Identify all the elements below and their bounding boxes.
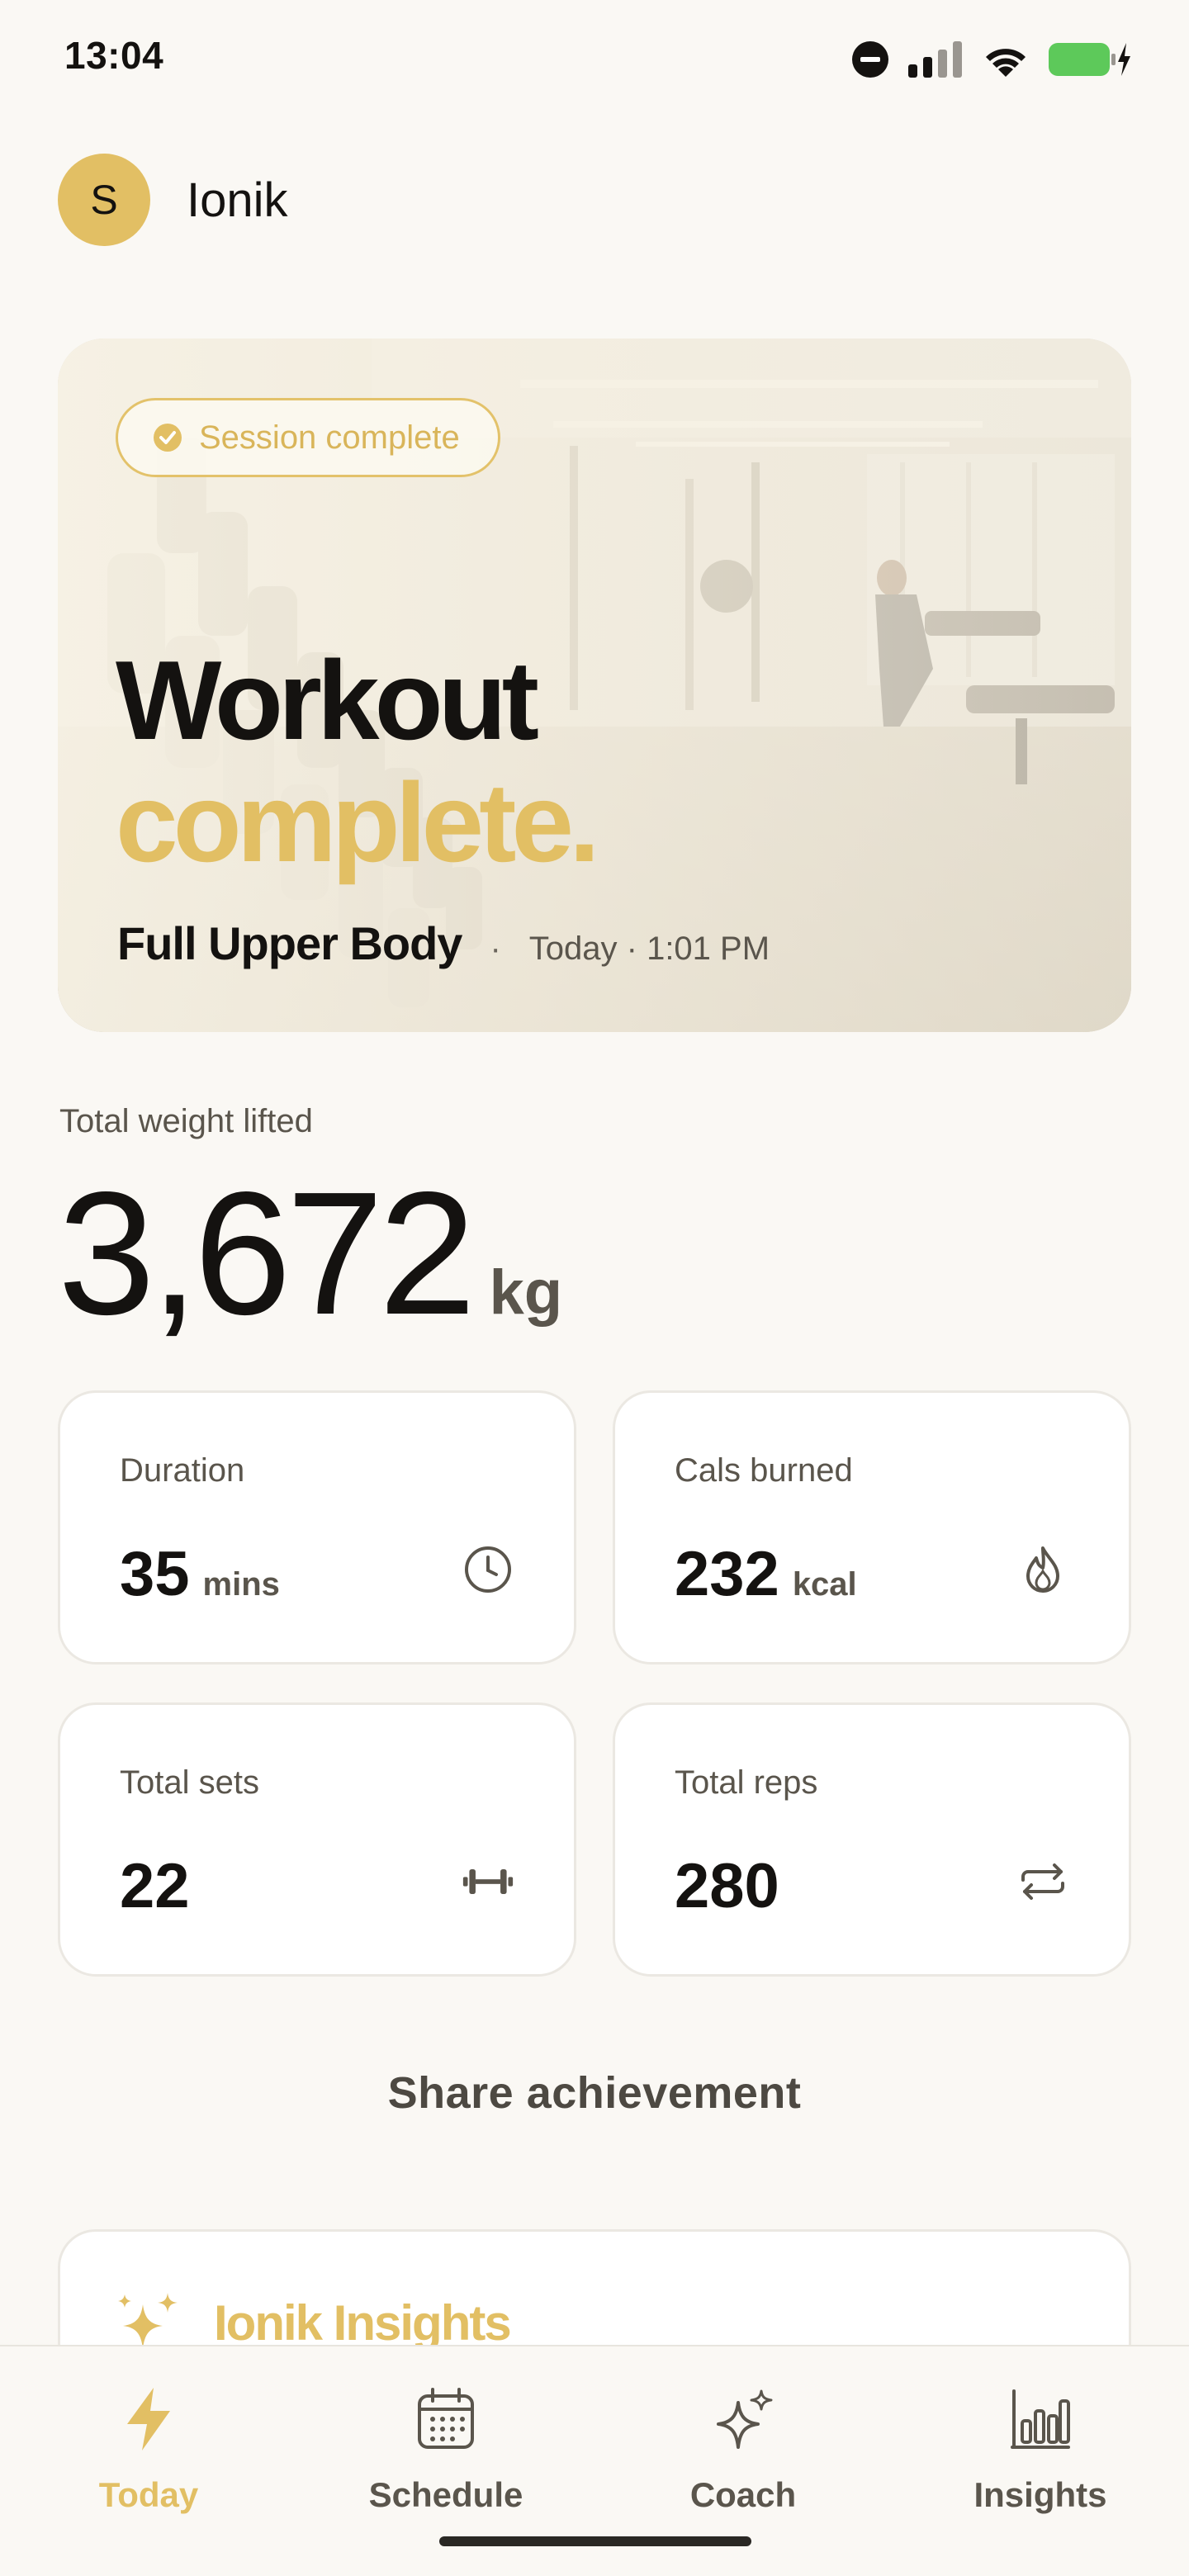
- total-weight-unit: kg: [489, 1257, 563, 1328]
- nav-insights[interactable]: Insights: [925, 2379, 1156, 2545]
- bolt-icon: [127, 2388, 170, 2451]
- do-not-disturb-icon: [852, 41, 888, 78]
- status-time: 13:04: [64, 34, 164, 77]
- stat-label: Total reps: [675, 1764, 818, 1801]
- clock-icon: [462, 1543, 514, 1596]
- stat-number: 35: [120, 1539, 190, 1609]
- app-header: S Ionik: [58, 154, 288, 246]
- repeat-icon: [1016, 1855, 1069, 1908]
- session-badge-label: Session complete: [199, 419, 460, 456]
- hero-title-line1: Workout: [116, 637, 539, 763]
- app-name: Ionik: [187, 173, 288, 227]
- stat-value: 35 mins: [120, 1538, 280, 1610]
- home-indicator[interactable]: [439, 2536, 751, 2546]
- nav-label: Coach: [689, 2475, 797, 2514]
- stat-number: 22: [120, 1851, 190, 1921]
- stat-card-calories: Cals burned 232 kcal: [613, 1390, 1131, 1664]
- flame-icon: [1016, 1543, 1069, 1596]
- stat-unit: kcal: [792, 1566, 857, 1603]
- workout-name: Full Upper Body: [117, 917, 462, 969]
- check-circle-icon: [154, 424, 182, 452]
- wifi-icon: [986, 49, 1026, 77]
- avatar[interactable]: S: [58, 154, 150, 246]
- total-weight-label: Total weight lifted: [59, 1103, 313, 1139]
- workout-time: Today · 1:01 PM: [528, 930, 770, 967]
- total-weight-value: 3,672 kg: [58, 1166, 562, 1341]
- hero-title-line2: complete.: [116, 760, 600, 885]
- status-icons: [850, 38, 1131, 81]
- share-achievement-button[interactable]: Share achievement: [347, 2056, 842, 2130]
- stat-value: 280: [675, 1850, 793, 1922]
- battery-icon: [1049, 43, 1130, 76]
- workout-hero-card: Session complete Workout complete. Full …: [58, 339, 1131, 1032]
- dumbbell-icon: [462, 1855, 514, 1908]
- stat-unit: mins: [202, 1566, 280, 1603]
- stat-label: Total sets: [120, 1764, 259, 1801]
- stat-value: 22: [120, 1850, 203, 1922]
- total-weight-number: 3,672: [58, 1155, 476, 1351]
- workout-meta: Full Upper Body · Today · 1:01 PM: [117, 916, 770, 970]
- nav-today[interactable]: Today: [33, 2379, 264, 2545]
- stat-number: 232: [675, 1539, 779, 1609]
- stat-card-reps: Total reps 280: [613, 1702, 1131, 1977]
- signal-icon: [908, 41, 962, 78]
- status-bar: 13:04: [0, 0, 1189, 116]
- insights-title: Ionik Insights: [214, 2294, 512, 2351]
- bar-chart-icon: [1011, 2389, 1070, 2449]
- calendar-icon: [418, 2388, 474, 2449]
- stat-card-sets: Total sets 22: [58, 1702, 576, 1977]
- stat-label: Cals burned: [675, 1452, 853, 1489]
- meta-separator: ·: [490, 930, 501, 967]
- nav-label: Insights: [973, 2475, 1107, 2514]
- nav-coach[interactable]: Coach: [628, 2379, 859, 2545]
- nav-label: Schedule: [368, 2475, 523, 2514]
- nav-schedule[interactable]: Schedule: [330, 2379, 561, 2545]
- stat-label: Duration: [120, 1452, 245, 1489]
- nav-label: Today: [98, 2475, 199, 2514]
- stat-number: 280: [675, 1851, 779, 1921]
- sparkles-icon: [717, 2389, 773, 2449]
- session-complete-badge: Session complete: [116, 398, 500, 477]
- stat-value: 232 kcal: [675, 1538, 857, 1610]
- stat-card-duration: Duration 35 mins: [58, 1390, 576, 1664]
